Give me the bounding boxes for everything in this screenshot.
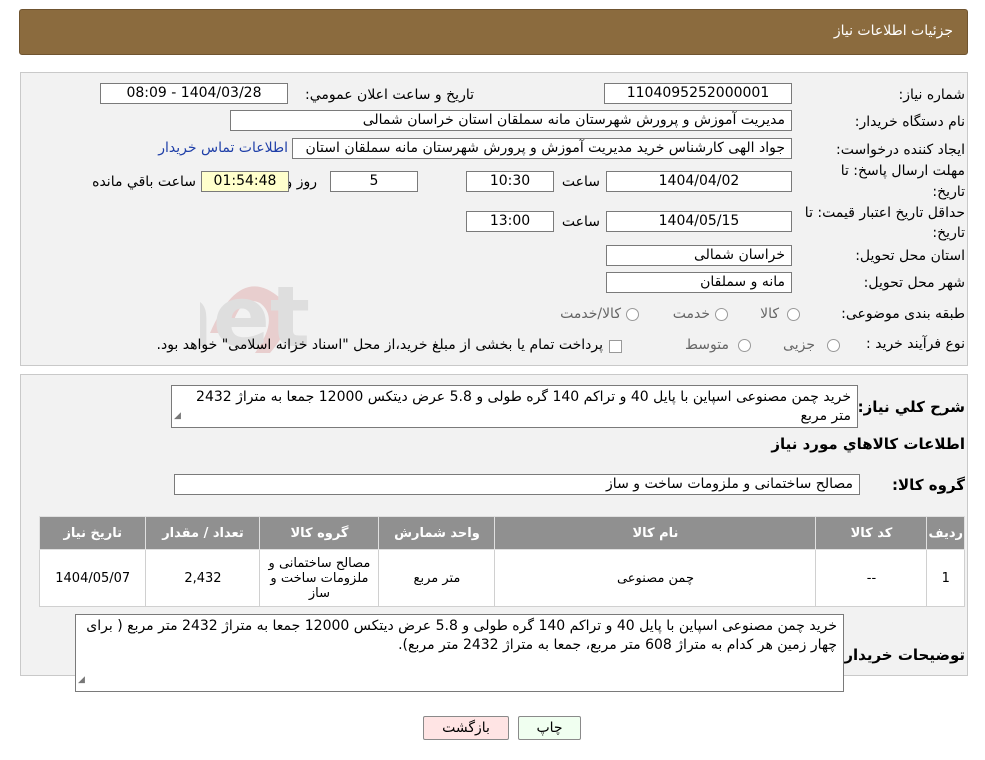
requester-field: جواد الهی کارشناس خرید مدیریت آموزش و پر… (292, 138, 792, 159)
reply-deadline-date: 1404/04/02 (606, 171, 792, 192)
category-service-radio[interactable] (715, 308, 728, 321)
goods-group-field: مصالح ساختمانی و ملزومات ساخت و ساز (174, 474, 860, 495)
process-medium-radio[interactable] (738, 339, 751, 352)
need-number-field: 1104095252000001 (604, 83, 792, 104)
delivery-city-label: شهر محل تحویل: (863, 275, 965, 291)
remaining-time: 01:54:48 (201, 171, 289, 192)
col-goods-group: گروه کالا (259, 516, 380, 550)
delivery-province-label: استان محل تحویل: (855, 248, 965, 264)
reply-deadline-label-2: تاریخ: (932, 184, 965, 200)
category-goods-radio[interactable] (787, 308, 800, 321)
col-unit: واحد شمارش (378, 516, 496, 550)
announce-datetime-field: 1404/03/28 - 08:09 (100, 83, 288, 104)
days-label: روز و (285, 174, 318, 190)
buyer-notes-field: خرید چمن مصنوعی اسپاین با پایل 40 و تراک… (75, 614, 844, 692)
purchase-process-label: نوع فرآیند خرید : (866, 336, 965, 352)
treasury-note: پرداخت تمام یا بخشی از مبلغ خرید،از محل … (156, 337, 603, 353)
page-title: جزئیات اطلاعات نیاز (833, 23, 953, 39)
price-time-label: ساعت (561, 214, 600, 230)
remaining-days: 5 (330, 171, 418, 192)
back-button[interactable]: بازگشت (423, 716, 509, 740)
category-both-label: کالا/خدمت (560, 306, 621, 322)
category-label: طبقه بندی موضوعی: (841, 306, 965, 322)
price-validity-label-2: تاریخ: (932, 225, 965, 241)
goods-group-label: گروه کالا: (892, 476, 965, 494)
col-item-name: نام کالا (494, 516, 817, 550)
need-number-label: شماره نیاز: (898, 87, 966, 103)
col-row-number: رديف (926, 516, 965, 550)
treasury-checkbox[interactable] (609, 340, 622, 353)
cell-quantity: 2,432 (145, 549, 261, 607)
delivery-city-field: مانه و سملقان (606, 272, 792, 293)
buyer-notes-text: خرید چمن مصنوعی اسپاین با پایل 40 و تراک… (86, 618, 837, 653)
price-validity-date: 1404/05/15 (606, 211, 792, 232)
col-need-date: تاريخ نياز (38, 516, 147, 550)
buyer-org-label: نام دستگاه خريدار: (854, 114, 965, 130)
requester-label: ایجاد کننده درخواست: (836, 142, 965, 158)
general-description-field: خرید چمن مصنوعی اسپاین با پایل 40 و تراک… (171, 385, 858, 428)
process-minor-label: جزیی (783, 337, 815, 353)
page-header: جزئیات اطلاعات نیاز (19, 9, 968, 55)
table-header-row: رديف کد کالا نام کالا واحد شمارش گروه کا… (38, 516, 965, 550)
cell-row-number: 1 (926, 549, 965, 607)
buyer-org-field: مدیریت آموزش و پرورش شهرستان مانه سملقان… (230, 110, 792, 131)
resize-grip-icon: ◢ (174, 411, 181, 421)
cell-item-name: چمن مصنوعی (494, 549, 817, 607)
category-service-label: خدمت (672, 306, 710, 322)
col-quantity: تعداد / مقدار (145, 516, 261, 550)
remaining-time-label: ساعت باقي مانده (92, 174, 196, 190)
process-medium-label: متوسط (685, 337, 729, 353)
announce-datetime-label: تاریخ و ساعت اعلان عمومي: (305, 87, 474, 103)
category-goods-label: کالا (760, 306, 779, 322)
process-minor-radio[interactable] (827, 339, 840, 352)
table-row: 1 -- چمن مصنوعی متر مربع مصالح ساختمانی … (38, 549, 965, 607)
items-section-title: اطلاعات کالاهاي مورد نياز (771, 435, 965, 453)
col-item-code: کد کالا (815, 516, 928, 550)
general-description-label: شرح کلي نياز: (857, 398, 965, 416)
price-validity-label: حداقل تاریخ اعتبار قیمت: تا (804, 205, 965, 221)
price-validity-time: 13:00 (466, 211, 554, 232)
delivery-province-field: خراسان شمالی (606, 245, 792, 266)
reply-deadline-time: 10:30 (466, 171, 554, 192)
items-table: رديف کد کالا نام کالا واحد شمارش گروه کا… (38, 516, 965, 607)
print-button[interactable]: چاپ (518, 716, 581, 740)
buyer-contact-link[interactable]: اطلاعات تماس خریدار (158, 140, 288, 156)
cell-item-code: -- (815, 549, 928, 607)
reply-time-label: ساعت (561, 174, 600, 190)
buyer-notes-label: توضیحات خریدار: (838, 646, 965, 664)
cell-need-date: 1404/05/07 (38, 549, 147, 607)
resize-grip-icon: ◢ (78, 675, 85, 685)
category-both-radio[interactable] (626, 308, 639, 321)
general-description-text: خرید چمن مصنوعی اسپاین با پایل 40 و تراک… (196, 389, 851, 424)
reply-deadline-label: مهلت ارسال پاسخ: تا (840, 163, 965, 179)
cell-unit: متر مربع (378, 549, 496, 607)
cell-goods-group: مصالح ساختمانی و ملزومات ساخت و ساز (259, 549, 380, 607)
